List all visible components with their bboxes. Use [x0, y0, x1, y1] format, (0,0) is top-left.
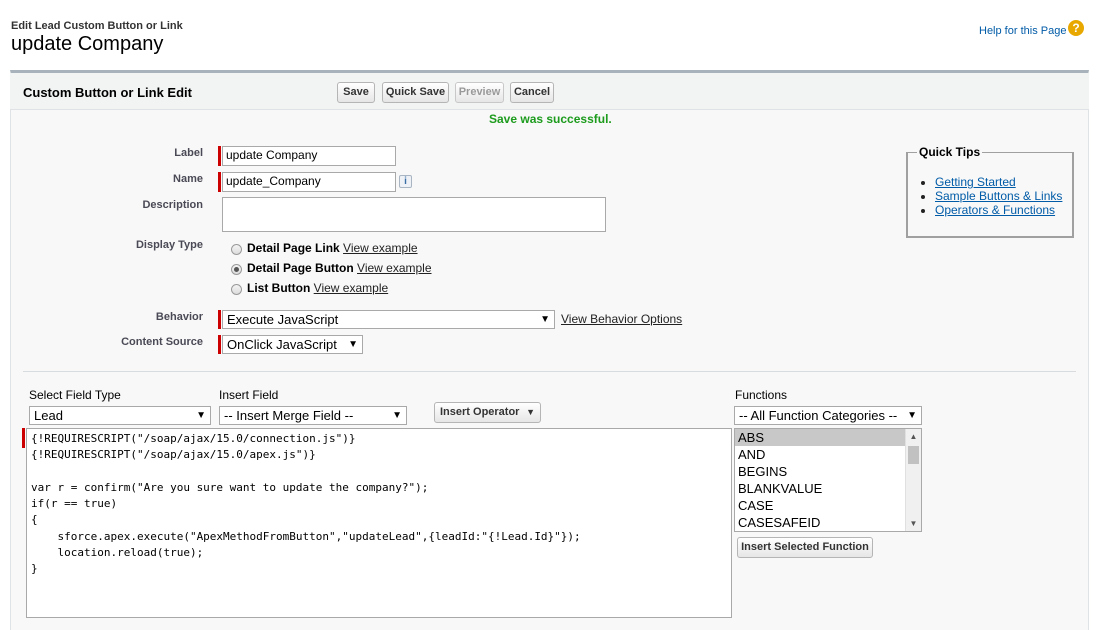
function-item[interactable]: AND — [735, 446, 921, 463]
function-list[interactable]: ABS AND BEGINS BLANKVALUE CASE CASESAFEI… — [734, 428, 922, 532]
function-category-select[interactable]: -- All Function Categories -- ▼ — [734, 406, 922, 425]
chevron-down-icon: ▼ — [196, 410, 206, 421]
scroll-thumb[interactable] — [908, 446, 919, 464]
insert-operator-button[interactable]: Insert Operator ▼ — [434, 402, 541, 423]
help-link[interactable]: Help for this Page — [979, 25, 1066, 37]
detail-page-button-radio[interactable] — [231, 264, 242, 275]
name-input[interactable]: update_Company — [222, 172, 396, 192]
function-item[interactable]: BLANKVALUE — [735, 480, 921, 497]
getting-started-link[interactable]: Getting Started — [935, 175, 1016, 189]
chevron-down-icon: ▼ — [348, 339, 358, 350]
option-label: Detail Page Link — [247, 241, 340, 255]
required-indicator — [218, 310, 221, 329]
content-source-value: OnClick JavaScript — [227, 337, 337, 352]
list-item: Sample Buttons & Links — [935, 189, 1062, 203]
insert-selected-function-button[interactable]: Insert Selected Function — [737, 537, 873, 558]
content-source-caption: Content Source — [121, 336, 203, 348]
field-type-select[interactable]: Lead ▼ — [29, 406, 211, 425]
option-label: Detail Page Button — [247, 261, 354, 275]
label-field-caption: Label — [174, 147, 203, 159]
required-indicator — [22, 428, 25, 448]
display-type-caption: Display Type — [135, 239, 203, 251]
function-item[interactable]: CASE — [735, 497, 921, 514]
list-button-option: List Button View example — [247, 281, 388, 295]
quick-tips-list: Getting Started Sample Buttons & Links O… — [919, 175, 1062, 217]
behavior-select[interactable]: Execute JavaScript ▼ — [222, 310, 555, 329]
sample-buttons-link[interactable]: Sample Buttons & Links — [935, 189, 1062, 203]
operators-functions-link[interactable]: Operators & Functions — [935, 203, 1055, 217]
detail-page-button-option: Detail Page Button View example — [247, 261, 432, 275]
behavior-caption: Behavior — [155, 311, 203, 323]
insert-field-value: -- Insert Merge Field -- — [224, 408, 354, 423]
preview-button[interactable]: Preview — [455, 82, 504, 103]
page-title: update Company — [11, 33, 164, 55]
question-icon[interactable]: ? — [1068, 20, 1084, 36]
view-example-link[interactable]: View example — [343, 241, 417, 255]
description-textarea[interactable] — [222, 197, 606, 232]
required-indicator — [218, 335, 221, 354]
scroll-up-icon[interactable]: ▲ — [906, 429, 921, 444]
save-button[interactable]: Save — [337, 82, 375, 103]
view-example-link[interactable]: View example — [314, 281, 388, 295]
name-field-caption: Name — [173, 173, 203, 185]
formula-editor[interactable]: {!REQUIRESCRIPT("/soap/ajax/15.0/connect… — [26, 428, 732, 618]
view-example-link[interactable]: View example — [357, 261, 431, 275]
scroll-down-icon[interactable]: ▼ — [906, 516, 921, 531]
label-input[interactable]: update Company — [222, 146, 396, 166]
cancel-button[interactable]: Cancel — [510, 82, 554, 103]
insert-field-caption: Insert Field — [219, 388, 279, 402]
save-success-message: Save was successful. — [489, 112, 612, 126]
insert-operator-label: Insert Operator — [440, 406, 520, 418]
list-item: Operators & Functions — [935, 203, 1062, 217]
section-divider — [23, 371, 1076, 372]
function-list-scrollbar[interactable]: ▲ ▼ — [905, 429, 921, 531]
chevron-down-icon: ▼ — [907, 410, 917, 421]
quick-tips-title: Quick Tips — [917, 145, 983, 159]
description-field-caption: Description — [142, 199, 203, 211]
chevron-down-icon: ▼ — [540, 314, 550, 325]
functions-caption: Functions — [735, 388, 788, 402]
quick-save-button[interactable]: Quick Save — [382, 82, 449, 103]
panel-title: Custom Button or Link Edit — [23, 85, 192, 100]
content-source-select[interactable]: OnClick JavaScript ▼ — [222, 335, 363, 354]
behavior-value: Execute JavaScript — [227, 312, 339, 327]
list-button-radio[interactable] — [231, 284, 242, 295]
required-indicator — [218, 172, 221, 192]
list-item: Getting Started — [935, 175, 1062, 189]
chevron-down-icon: ▼ — [392, 410, 402, 421]
function-item[interactable]: BEGINS — [735, 463, 921, 480]
insert-field-select[interactable]: -- Insert Merge Field -- ▼ — [219, 406, 407, 425]
function-category-value: -- All Function Categories -- — [739, 408, 898, 423]
option-label: List Button — [247, 281, 311, 295]
detail-page-link-option: Detail Page Link View example — [247, 241, 418, 255]
chevron-down-icon: ▼ — [526, 407, 535, 417]
function-item[interactable]: ABS — [735, 429, 921, 446]
select-field-type-caption: Select Field Type — [29, 388, 121, 402]
page-subtitle: Edit Lead Custom Button or Link — [11, 20, 183, 32]
required-indicator — [218, 146, 221, 166]
info-icon[interactable]: i — [399, 175, 412, 188]
function-item[interactable]: CASESAFEID — [735, 514, 921, 531]
field-type-value: Lead — [34, 408, 63, 423]
view-behavior-options-link[interactable]: View Behavior Options — [561, 312, 682, 326]
detail-page-link-radio[interactable] — [231, 244, 242, 255]
